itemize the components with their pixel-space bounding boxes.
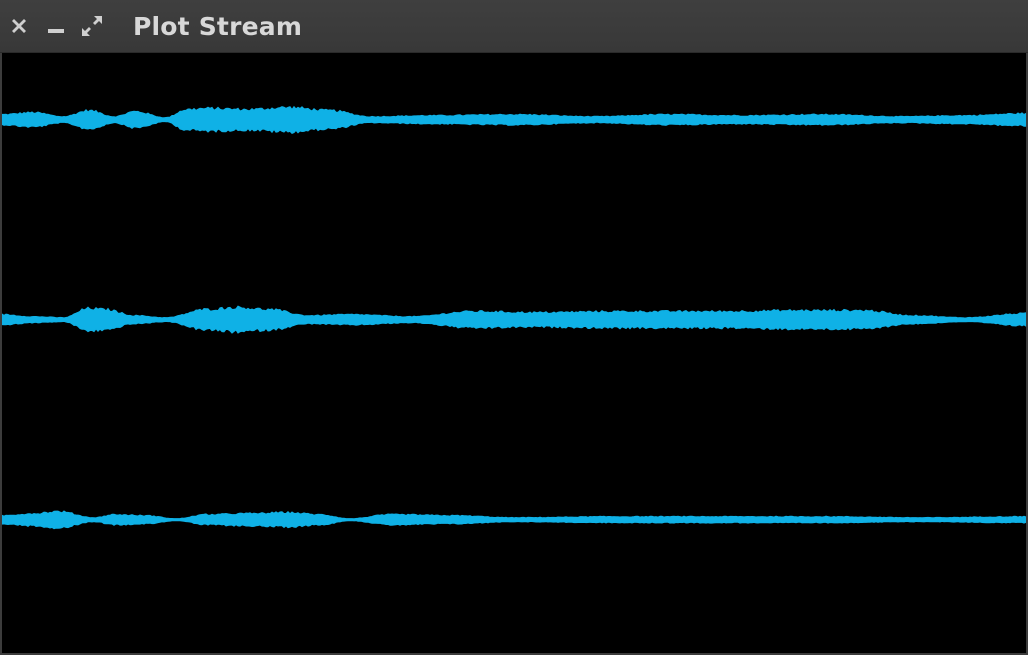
signal-plot: [2, 105, 1026, 530]
window-title: Plot Stream: [133, 12, 303, 41]
minimize-icon[interactable]: [44, 14, 68, 38]
signal-trace-3: [2, 510, 1026, 530]
maximize-icon[interactable]: [80, 14, 104, 38]
signal-trace-1: [2, 105, 1026, 134]
plot-stream-window: Plot Stream: [0, 0, 1028, 655]
close-icon[interactable]: [7, 14, 31, 38]
plot-canvas: [2, 53, 1026, 653]
title-bar[interactable]: Plot Stream: [0, 0, 1028, 53]
signal-trace-2: [2, 305, 1026, 334]
